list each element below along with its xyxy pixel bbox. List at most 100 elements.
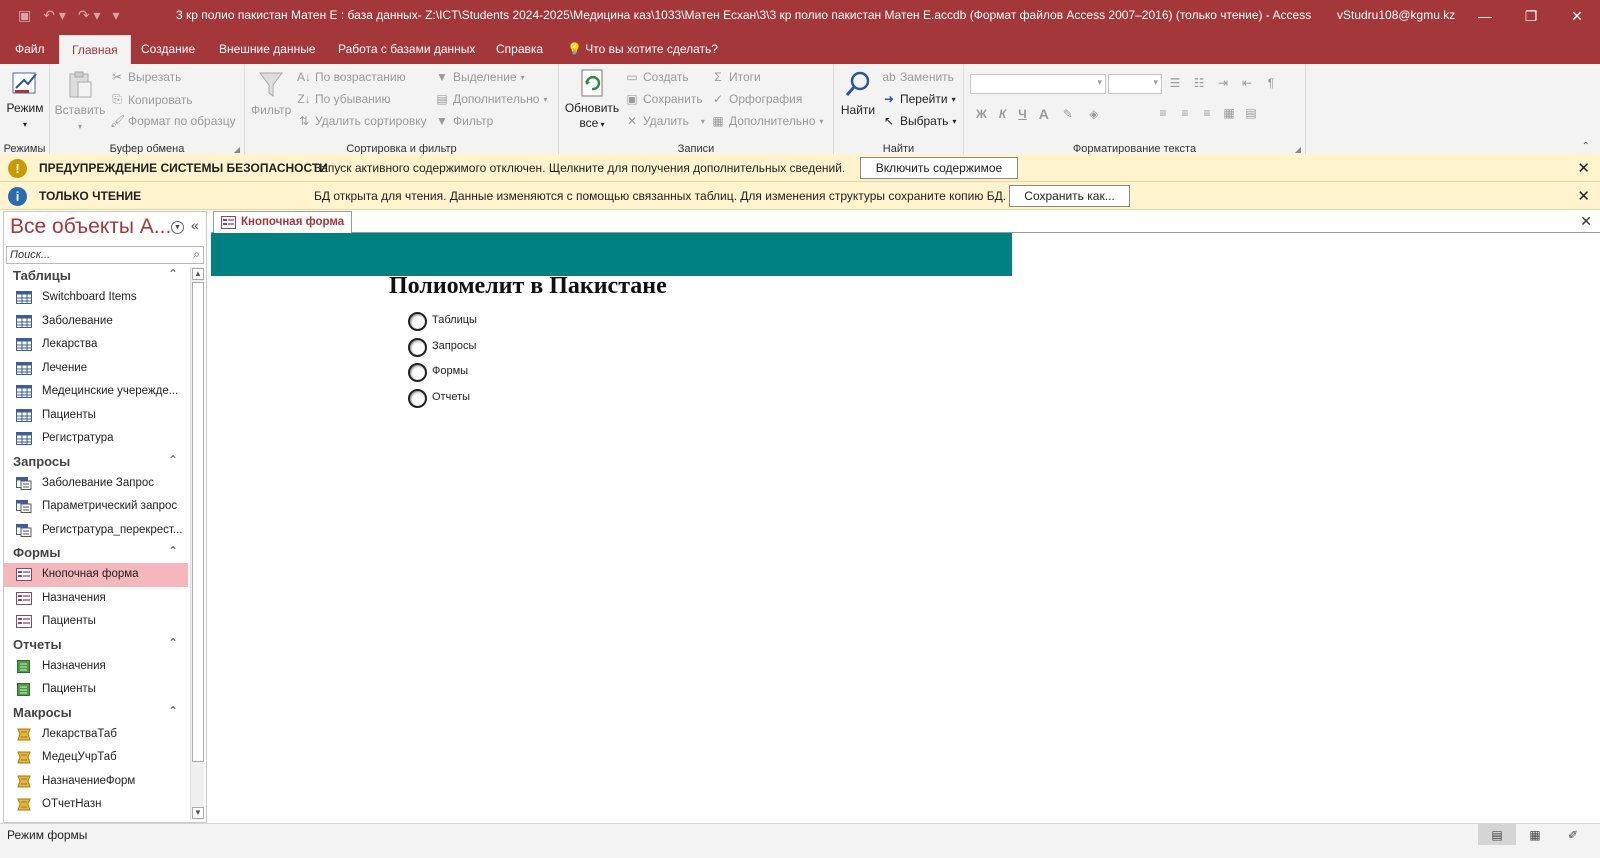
close-document-icon[interactable]: ✕ bbox=[1580, 213, 1592, 230]
nav-category-macro[interactable]: Макросы ⌃ bbox=[4, 702, 188, 723]
save-icon[interactable]: ▣ bbox=[18, 7, 31, 24]
tab-external-data[interactable]: Внешние данные bbox=[219, 42, 316, 56]
save-as-button[interactable]: Сохранить как... bbox=[1009, 185, 1130, 207]
minimize-icon[interactable]: — bbox=[1462, 0, 1508, 32]
option-button-icon[interactable] bbox=[408, 363, 427, 382]
find-button[interactable]: Найти bbox=[838, 70, 878, 118]
restore-icon[interactable]: ❐ bbox=[1508, 0, 1554, 32]
form-view-icon[interactable]: ▤ bbox=[1478, 824, 1516, 845]
nav-item-table[interactable]: Медецинские учережде... bbox=[4, 380, 188, 404]
paragraph-direction-icon[interactable]: ¶ bbox=[1264, 76, 1278, 90]
nav-search-input[interactable]: Поиск... ⌕ bbox=[6, 246, 204, 264]
nav-item-report[interactable]: Назначения bbox=[4, 655, 188, 679]
nav-category-form[interactable]: Формы ⌃ bbox=[4, 542, 188, 563]
close-security-bar-icon[interactable]: ✕ bbox=[1577, 159, 1590, 177]
user-account[interactable]: vStudru108@kgmu.kz bbox=[1337, 8, 1455, 22]
nav-item-table[interactable]: Регистратура bbox=[4, 427, 188, 451]
nav-item-macro[interactable]: ЛекарстваТаб bbox=[4, 723, 188, 747]
nav-item-macro[interactable]: МедецУчрТаб bbox=[4, 746, 188, 770]
nav-item-table[interactable]: Switchboard Items bbox=[4, 286, 188, 310]
nav-item-table[interactable]: Лечение bbox=[4, 357, 188, 381]
filter-button[interactable]: Фильтр bbox=[251, 70, 291, 118]
font-family-combo[interactable] bbox=[970, 74, 1106, 94]
nav-category-query[interactable]: Запросы ⌃ bbox=[4, 451, 188, 472]
nav-item-table[interactable]: Пациенты bbox=[4, 404, 188, 428]
bold-button[interactable]: Ж bbox=[976, 107, 987, 121]
tab-home[interactable]: Главная bbox=[59, 35, 131, 64]
goto-button[interactable]: ➜ Перейти ▾ bbox=[882, 92, 956, 106]
collapse-nav-pane-icon[interactable]: « bbox=[191, 217, 199, 233]
numbering-icon[interactable]: ☷ bbox=[1192, 76, 1206, 90]
option-queries[interactable]: Запросы bbox=[408, 338, 476, 357]
nav-item-query[interactable]: Заболевание Запрос bbox=[4, 472, 188, 496]
select-button[interactable]: ↖ Выбрать ▾ bbox=[882, 114, 956, 128]
option-tables[interactable]: Таблицы bbox=[408, 312, 477, 331]
highlight-icon[interactable]: ✎ bbox=[1061, 107, 1075, 121]
option-button-icon[interactable] bbox=[408, 312, 427, 331]
indent-increase-icon[interactable]: ⇥ bbox=[1216, 76, 1230, 90]
tell-me-search[interactable]: 💡 Что вы хотите сделать? bbox=[567, 42, 718, 56]
nav-item-form[interactable]: Пациенты bbox=[4, 610, 188, 634]
alternate-row-color-icon[interactable]: ▦ bbox=[1222, 106, 1236, 120]
save-record-button[interactable]: ▣ Сохранить bbox=[625, 92, 702, 106]
sort-ascending-button[interactable]: A↓ По возрастанию bbox=[297, 70, 406, 84]
spelling-button[interactable]: ✓ Орфография bbox=[711, 92, 802, 106]
refresh-all-button[interactable]: Обновить все ▾ bbox=[563, 68, 621, 132]
paste-button[interactable]: Вставить ▾ bbox=[54, 70, 106, 134]
nav-item-report[interactable]: Пациенты bbox=[4, 678, 188, 702]
delete-record-button[interactable]: ✕ Удалить ▾ bbox=[625, 114, 705, 128]
undo-icon[interactable]: ↶ ▾ bbox=[43, 7, 66, 24]
italic-button[interactable]: К bbox=[999, 107, 1006, 121]
sort-descending-button[interactable]: Z↓ По убыванию bbox=[297, 92, 390, 106]
close-window-icon[interactable]: ✕ bbox=[1554, 0, 1600, 32]
toggle-filter-button[interactable]: ▼ Фильтр bbox=[435, 114, 493, 128]
font-size-combo[interactable] bbox=[1108, 74, 1162, 94]
nav-item-macro[interactable]: НазначениеФорм bbox=[4, 770, 188, 794]
nav-item-form[interactable]: Назначения bbox=[4, 587, 188, 611]
document-tab-switchboard[interactable]: Кнопочная форма bbox=[213, 211, 352, 233]
indent-decrease-icon[interactable]: ⇤ bbox=[1240, 76, 1254, 90]
enable-content-button[interactable]: Включить содержимое bbox=[860, 157, 1018, 179]
align-left-icon[interactable]: ≡ bbox=[1156, 106, 1170, 120]
option-reports[interactable]: Отчеты bbox=[408, 389, 470, 408]
remove-sort-button[interactable]: ⇅ Удалить сортировку bbox=[297, 114, 427, 128]
tab-create[interactable]: Создание bbox=[141, 42, 195, 56]
tab-file[interactable]: Файл bbox=[15, 42, 45, 56]
collapse-chevron-icon[interactable]: ⌃ bbox=[168, 636, 178, 650]
nav-item-query[interactable]: Параметрический запрос bbox=[4, 495, 188, 519]
option-button-icon[interactable] bbox=[408, 389, 427, 408]
nav-scrollbar[interactable]: ▲ ▼ bbox=[190, 267, 204, 820]
replace-button[interactable]: ab Заменить bbox=[882, 70, 954, 84]
format-painter-button[interactable]: 🖌 Формат по образцу bbox=[110, 114, 236, 128]
totals-button[interactable]: Σ Итоги bbox=[711, 70, 760, 84]
option-button-icon[interactable] bbox=[408, 338, 427, 357]
design-view-icon[interactable]: ✐ bbox=[1554, 824, 1592, 845]
search-icon[interactable]: ⌕ bbox=[193, 247, 200, 262]
align-center-icon[interactable]: ≡ bbox=[1178, 106, 1192, 120]
view-button[interactable]: Режим ▾ bbox=[4, 68, 46, 132]
nav-menu-dropdown-icon[interactable]: ▼ bbox=[171, 221, 184, 234]
bullets-icon[interactable]: ☰ bbox=[1168, 76, 1182, 90]
collapse-chevron-icon[interactable]: ⌃ bbox=[168, 267, 178, 281]
scroll-up-icon[interactable]: ▲ bbox=[192, 268, 204, 280]
customize-qat-icon[interactable]: ▾ bbox=[113, 7, 120, 24]
nav-item-form[interactable]: Кнопочная форма bbox=[4, 563, 188, 587]
security-warning-text[interactable]: Запуск активного содержимого отключен. Щ… bbox=[314, 161, 845, 175]
option-forms[interactable]: Формы bbox=[408, 363, 468, 382]
nav-category-report[interactable]: Отчеты ⌃ bbox=[4, 634, 188, 655]
tab-database-tools[interactable]: Работа с базами данных bbox=[338, 42, 475, 56]
collapse-chevron-icon[interactable]: ⌃ bbox=[168, 544, 178, 558]
copy-button[interactable]: ⎘ Копировать bbox=[110, 92, 192, 107]
nav-item-query[interactable]: Регистратура_перекрест... bbox=[4, 519, 188, 543]
selection-button[interactable]: ▼ Выделение ▾ bbox=[435, 70, 525, 84]
text-format-launcher-icon[interactable]: ◢ bbox=[1295, 145, 1301, 154]
collapse-chevron-icon[interactable]: ⌃ bbox=[168, 704, 178, 718]
font-color-button[interactable]: A bbox=[1039, 106, 1049, 122]
nav-item-macro[interactable]: ОтчетПациенты bbox=[4, 817, 188, 822]
nav-category-table[interactable]: Таблицы ⌃ bbox=[4, 265, 188, 286]
nav-item-table[interactable]: Заболевание bbox=[4, 310, 188, 334]
nav-pane-title[interactable]: Все объекты А... bbox=[10, 215, 171, 239]
gridlines-icon[interactable]: ▤ bbox=[1244, 106, 1258, 120]
fill-color-icon[interactable]: ◈ bbox=[1087, 107, 1101, 121]
redo-icon[interactable]: ↷ ▾ bbox=[78, 7, 101, 24]
